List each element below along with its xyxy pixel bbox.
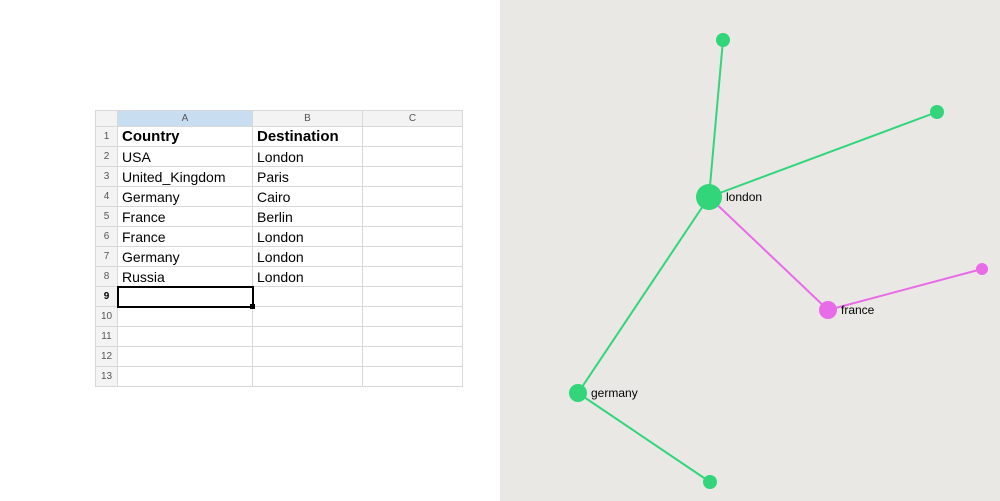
col-header-c[interactable]: C [363, 111, 463, 127]
spreadsheet-panel: A B C 1CountryDestination2USALondon3Unit… [0, 0, 500, 501]
cell[interactable] [118, 327, 253, 347]
row-header[interactable]: 8 [96, 267, 118, 287]
cell[interactable]: France [118, 207, 253, 227]
cell[interactable]: London [253, 227, 363, 247]
cell[interactable]: Destination [253, 127, 363, 147]
row-header[interactable]: 10 [96, 307, 118, 327]
cell[interactable]: Country [118, 127, 253, 147]
cell[interactable] [363, 287, 463, 307]
row-header[interactable]: 3 [96, 167, 118, 187]
cell[interactable] [253, 347, 363, 367]
cell[interactable] [363, 267, 463, 287]
cell[interactable] [363, 147, 463, 167]
table-row: 10 [96, 307, 463, 327]
row-header[interactable]: 9 [96, 287, 118, 307]
table-row: 13 [96, 367, 463, 387]
col-header-b[interactable]: B [253, 111, 363, 127]
cell[interactable] [363, 167, 463, 187]
spreadsheet[interactable]: A B C 1CountryDestination2USALondon3Unit… [95, 110, 463, 387]
graph-edge [578, 197, 709, 393]
table-row: 3United_KingdomParis [96, 167, 463, 187]
cell[interactable] [363, 127, 463, 147]
graph-node[interactable] [930, 105, 944, 119]
table-row: 1CountryDestination [96, 127, 463, 147]
corner-cell[interactable] [96, 111, 118, 127]
cell[interactable] [363, 247, 463, 267]
cell[interactable] [363, 207, 463, 227]
cell[interactable]: London [253, 147, 363, 167]
graph-panel: london france germany [500, 0, 1000, 501]
graph-node[interactable] [569, 384, 587, 402]
cell[interactable]: Germany [118, 187, 253, 207]
cell[interactable] [253, 367, 363, 387]
cell[interactable]: USA [118, 147, 253, 167]
table-row: 9 [96, 287, 463, 307]
table-row: 6FranceLondon [96, 227, 463, 247]
cell[interactable]: France [118, 227, 253, 247]
cell[interactable]: Russia [118, 267, 253, 287]
row-header[interactable]: 1 [96, 127, 118, 147]
graph-edge [709, 197, 828, 310]
graph-node-label: london [726, 190, 762, 204]
table-row: 5FranceBerlin [96, 207, 463, 227]
cell[interactable] [363, 187, 463, 207]
row-header[interactable]: 12 [96, 347, 118, 367]
graph-node[interactable] [716, 33, 730, 47]
graph-node-label: germany [591, 386, 638, 400]
table-row: 4GermanyCairo [96, 187, 463, 207]
graph-edge [709, 112, 937, 197]
table-row: 2USALondon [96, 147, 463, 167]
row-header[interactable]: 2 [96, 147, 118, 167]
cell[interactable]: Berlin [253, 207, 363, 227]
cell[interactable] [363, 307, 463, 327]
cell[interactable] [253, 287, 363, 307]
cell[interactable] [118, 307, 253, 327]
cell[interactable] [253, 307, 363, 327]
cell[interactable] [363, 327, 463, 347]
graph-edges [500, 0, 1000, 501]
col-header-a[interactable]: A [118, 111, 253, 127]
cell[interactable] [118, 347, 253, 367]
graph-edge [709, 40, 723, 197]
cell[interactable] [363, 367, 463, 387]
cell[interactable]: Paris [253, 167, 363, 187]
row-header[interactable]: 11 [96, 327, 118, 347]
graph-node-label: france [841, 303, 874, 317]
row-header[interactable]: 6 [96, 227, 118, 247]
row-header[interactable]: 4 [96, 187, 118, 207]
cell[interactable]: United_Kingdom [118, 167, 253, 187]
cell[interactable]: London [253, 247, 363, 267]
table-row: 8RussiaLondon [96, 267, 463, 287]
cell[interactable]: Germany [118, 247, 253, 267]
cell[interactable]: London [253, 267, 363, 287]
table-row: 7GermanyLondon [96, 247, 463, 267]
graph-node[interactable] [976, 263, 988, 275]
graph-node[interactable] [819, 301, 837, 319]
row-header[interactable]: 7 [96, 247, 118, 267]
graph-edge [578, 393, 710, 482]
table-row: 11 [96, 327, 463, 347]
cell[interactable] [118, 367, 253, 387]
cell[interactable] [363, 227, 463, 247]
graph-node[interactable] [696, 184, 722, 210]
row-header[interactable]: 5 [96, 207, 118, 227]
selected-cell[interactable] [118, 287, 253, 307]
cell[interactable]: Cairo [253, 187, 363, 207]
row-header[interactable]: 13 [96, 367, 118, 387]
cell[interactable] [363, 347, 463, 367]
cell[interactable] [253, 327, 363, 347]
graph-node[interactable] [703, 475, 717, 489]
table-row: 12 [96, 347, 463, 367]
